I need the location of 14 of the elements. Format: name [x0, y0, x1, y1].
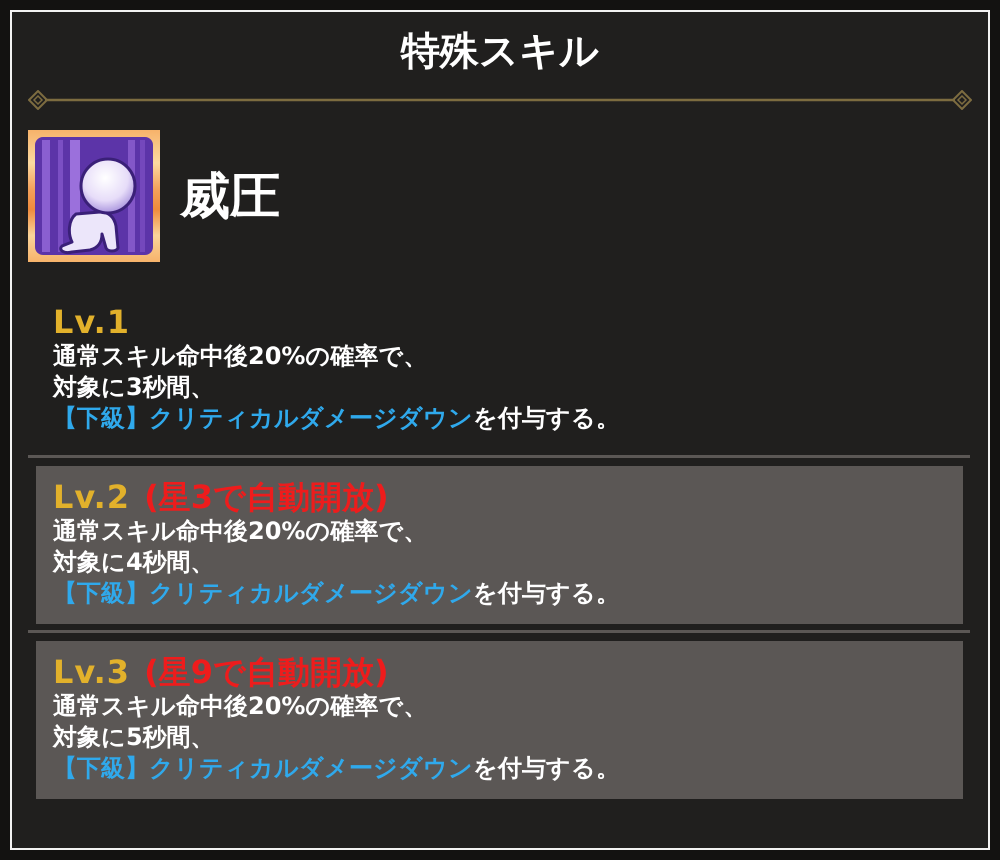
skill-name: 威圧 [180, 166, 280, 226]
effect-keyword: 【下級】クリティカルダメージダウン [53, 404, 473, 432]
level-label: Lv.2 [53, 480, 130, 514]
unlock-condition: (星3で自動開放) [144, 480, 389, 514]
window-title: 特殊スキル [401, 29, 599, 74]
skill-description: 通常スキル命中後20%の確率で、 対象に3秒間、 【下級】クリティカルダメージダウンを付与する。 [53, 341, 621, 434]
level-label: Lv.1 [53, 305, 130, 339]
unlock-condition: (星9で自動開放) [144, 655, 389, 689]
crouching-figure-icon [28, 130, 160, 262]
level-label: Lv.3 [53, 655, 130, 689]
skill-description: 通常スキル命中後20%の確率で、 対象に4秒間、 【下級】クリティカルダメージダウンを付与する。 [53, 516, 621, 609]
skill-description: 通常スキル命中後20%の確率で、 対象に5秒間、 【下級】クリティカルダメージダウンを付与する。 [53, 691, 621, 784]
effect-keyword: 【下級】クリティカルダメージダウン [53, 579, 473, 607]
effect-keyword: 【下級】クリティカルダメージダウン [53, 754, 473, 782]
